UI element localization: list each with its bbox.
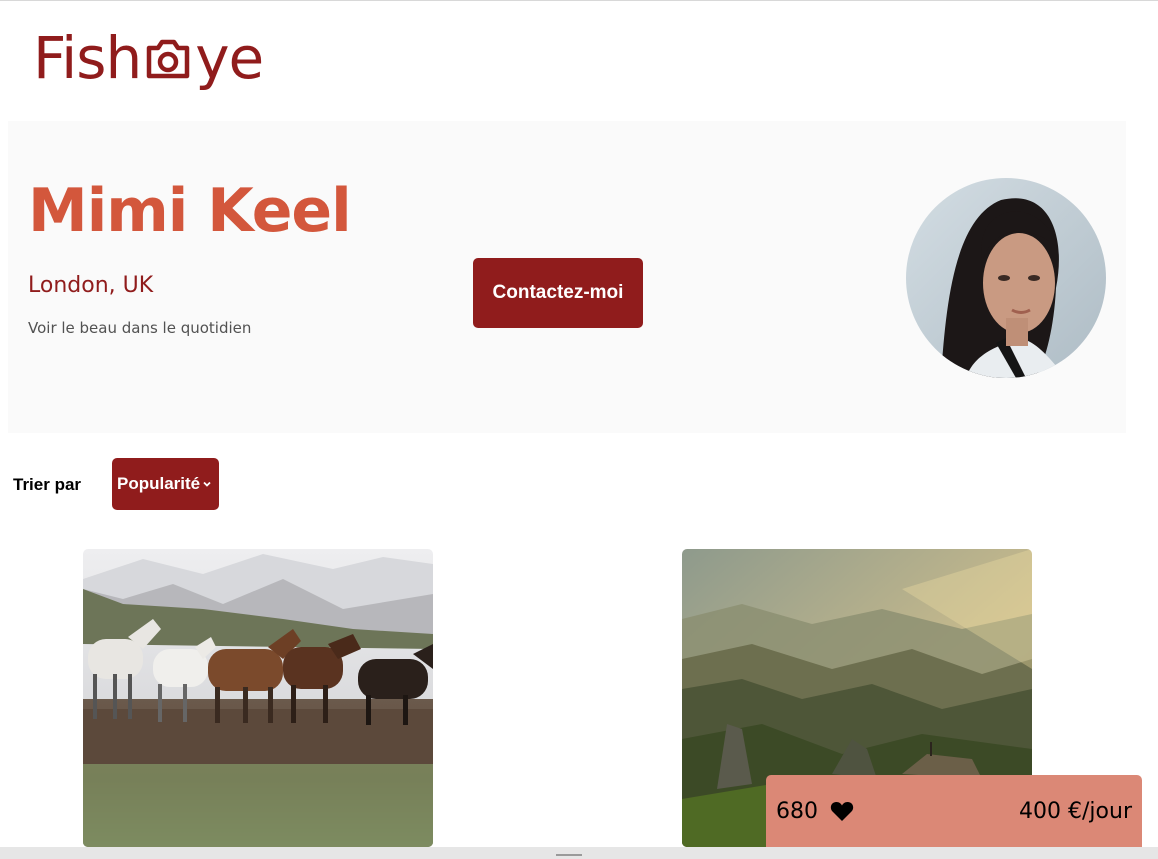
heart-icon — [830, 801, 854, 821]
logo-text-start: Fish — [33, 24, 142, 92]
contact-button[interactable]: Contactez-moi — [473, 258, 643, 328]
daily-price: 400 €/jour — [1019, 798, 1132, 824]
scrollbar-grip[interactable] — [556, 854, 582, 856]
likes-count: 680 — [776, 798, 818, 824]
sort-selected-value: Popularité — [117, 474, 201, 493]
horses-photo — [83, 549, 433, 847]
sort-label: Trier par — [13, 475, 82, 494]
photographer-header: Mimi Keel London, UK Voir le beau dans l… — [8, 121, 1126, 433]
stats-bar: 680 400 €/jour — [766, 775, 1142, 847]
media-card-horses[interactable] — [83, 549, 433, 847]
sort-dropdown[interactable]: Popularité — [112, 458, 219, 510]
chevron-down-icon — [203, 481, 211, 487]
fisheye-logo[interactable]: Fish ye — [33, 20, 264, 92]
horizontal-scrollbar[interactable] — [0, 847, 1158, 859]
camera-icon — [146, 39, 190, 79]
photographer-avatar — [906, 178, 1106, 378]
window-top-border — [0, 0, 1158, 1]
photographer-name: Mimi Keel — [28, 176, 352, 246]
photographer-location: London, UK — [28, 273, 154, 298]
photographer-tagline: Voir le beau dans le quotidien — [28, 319, 252, 337]
total-likes: 680 — [776, 799, 854, 824]
logo-text-end: ye — [195, 24, 264, 92]
